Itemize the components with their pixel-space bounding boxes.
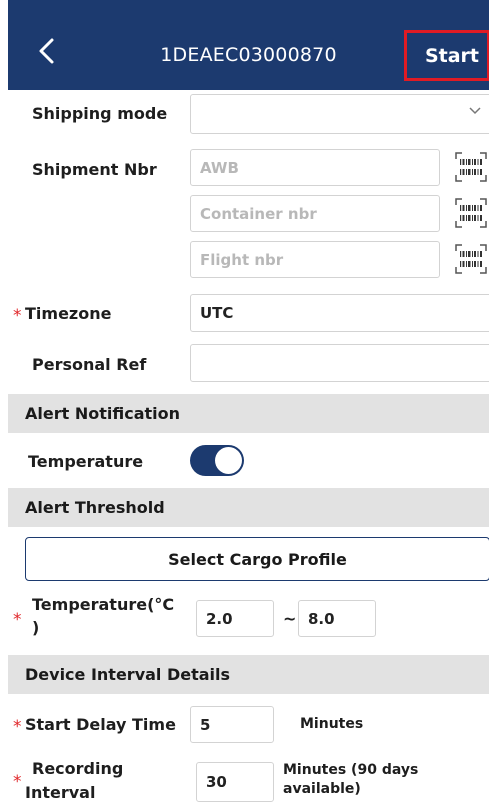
awb-input[interactable]: AWB bbox=[190, 149, 440, 186]
required-marker: * bbox=[13, 717, 22, 737]
select-cargo-profile-button[interactable]: Select Cargo Profile bbox=[25, 537, 489, 581]
shipment-nbr-label: Shipment Nbr bbox=[32, 160, 157, 179]
temperature-max-input[interactable]: 8.0 bbox=[298, 600, 376, 637]
temperature-range-label-line1: Temperature(°C bbox=[32, 595, 175, 614]
shipping-mode-select[interactable] bbox=[190, 94, 489, 134]
recording-interval-label-line2: Interval bbox=[25, 783, 96, 802]
recording-interval-unit-line1: Minutes (90 days bbox=[283, 762, 419, 778]
required-marker: * bbox=[13, 306, 22, 326]
temperature-min-input[interactable]: 2.0 bbox=[196, 600, 274, 637]
temperature-range-label-line2: ) bbox=[32, 618, 40, 637]
temperature-alert-label: Temperature bbox=[28, 452, 144, 471]
personal-ref-label: Personal Ref bbox=[32, 355, 147, 374]
alert-threshold-header: Alert Threshold bbox=[8, 488, 489, 527]
container-nbr-input[interactable]: Container nbr bbox=[190, 195, 440, 232]
timezone-label: Timezone bbox=[25, 304, 112, 323]
device-interval-header: Device Interval Details bbox=[8, 655, 489, 694]
recording-interval-unit-line2: available) bbox=[283, 781, 361, 797]
chevron-down-icon bbox=[469, 107, 481, 115]
alert-notification-header: Alert Notification bbox=[8, 394, 489, 433]
barcode-scan-icon[interactable] bbox=[454, 197, 488, 229]
range-separator: ~ bbox=[283, 609, 297, 628]
required-marker: * bbox=[13, 610, 22, 630]
toggle-knob bbox=[215, 447, 242, 474]
start-delay-label: Start Delay Time bbox=[25, 715, 176, 734]
required-marker: * bbox=[13, 772, 22, 792]
barcode-scan-icon[interactable] bbox=[454, 243, 488, 275]
personal-ref-input[interactable] bbox=[190, 344, 489, 382]
timezone-input[interactable]: UTC bbox=[190, 294, 489, 332]
start-delay-input[interactable]: 5 bbox=[190, 706, 274, 743]
recording-interval-input[interactable]: 30 bbox=[196, 762, 274, 802]
temperature-alert-toggle[interactable] bbox=[190, 445, 244, 476]
app-screen: 1DEAEC03000870 Start Shipping mode Shipm… bbox=[8, 0, 489, 810]
start-button[interactable]: Start bbox=[404, 30, 489, 81]
recording-interval-label-line1: Recording bbox=[32, 759, 124, 778]
start-delay-unit: Minutes bbox=[300, 716, 364, 732]
top-bar: 1DEAEC03000870 Start bbox=[8, 0, 489, 90]
flight-nbr-input[interactable]: Flight nbr bbox=[190, 241, 440, 278]
barcode-scan-icon[interactable] bbox=[454, 151, 488, 183]
shipping-mode-label: Shipping mode bbox=[32, 104, 168, 123]
